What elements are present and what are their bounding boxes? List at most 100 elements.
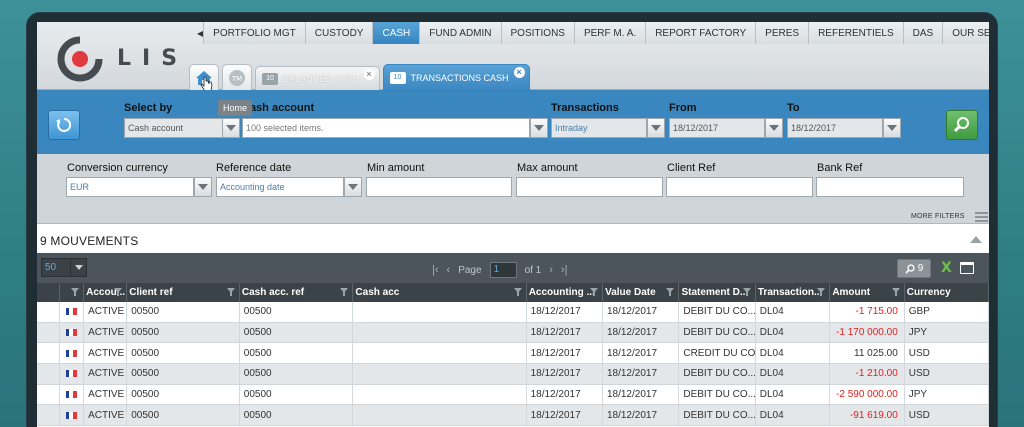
column-header-value-date[interactable]: Value Date [603, 283, 680, 302]
filter-icon[interactable] [891, 288, 900, 296]
menu-icon[interactable] [975, 212, 988, 224]
nav-item-peres[interactable]: PERES [755, 22, 809, 44]
window-icon[interactable] [960, 262, 974, 274]
france-flag-icon [65, 329, 77, 337]
table-row[interactable]: ACTIVE 00500 00500 18/12/2017 18/12/2017 DEBI… [37, 405, 989, 427]
table-row[interactable]: ACTIVE 00500 00500 18/12/2017 18/12/2017 DEBI… [37, 384, 989, 406]
next-page-icon[interactable]: › [549, 264, 553, 276]
reset-button[interactable] [48, 110, 80, 140]
nav-item-report-factory[interactable]: REPORT FACTORY [645, 22, 756, 44]
row-select-cell [37, 322, 60, 343]
value-date-cell: 18/12/2017 [603, 322, 680, 343]
reference-date-field[interactable]: Accounting date [216, 177, 344, 197]
nav-item-positions[interactable]: POSITIONS [500, 22, 574, 44]
nav-item-our-services[interactable]: OUR SERVIC [942, 22, 989, 44]
client-ref-cell: 00500 [127, 405, 240, 426]
chevron-down-icon [887, 125, 897, 131]
conversion-currency-dropdown[interactable] [194, 177, 212, 197]
france-flag-icon [65, 411, 77, 419]
status-cell: ACTIVE [84, 405, 128, 426]
max-amount-input[interactable] [516, 177, 663, 197]
nav-item-portfolio-mgt[interactable]: PORTFOLIO MGT [203, 22, 305, 44]
column-label: Transaction... [757, 287, 823, 298]
amount-cell: -1 210.00 [830, 364, 905, 384]
table-row[interactable]: ACTIVE 00500 00500 18/12/2017 18/12/2017 DEBI… [37, 322, 989, 344]
first-page-icon[interactable]: |‹ [432, 264, 439, 276]
column-header-client-ref[interactable]: Client ref [127, 283, 240, 302]
conversion-currency-field[interactable]: EUR [66, 177, 194, 197]
client-ref-input[interactable] [666, 177, 813, 197]
close-icon[interactable]: × [363, 69, 375, 80]
from-date-dropdown[interactable] [765, 118, 783, 138]
filter-icon[interactable] [666, 288, 675, 296]
amount-cell: -1 170 000.00 [830, 322, 905, 343]
filter-icon[interactable] [114, 288, 123, 296]
chevron-down-icon [198, 184, 208, 190]
cash-acc-cell [353, 384, 527, 405]
prev-page-icon[interactable]: ‹ [447, 264, 451, 276]
nav-item-custody[interactable]: CUSTODY [304, 22, 373, 44]
last-page-icon[interactable]: ›| [561, 264, 568, 276]
table-row[interactable]: ACTIVE 00500 00500 18/12/2017 18/12/2017 CRED… [37, 343, 989, 365]
from-date-field[interactable]: 18/12/2017 [669, 118, 765, 138]
table-row[interactable]: ACTIVE 00500 00500 18/12/2017 18/12/2017 DEBI… [37, 364, 989, 385]
select-by-field[interactable]: Cash account [124, 118, 223, 138]
column-header-flag[interactable] [60, 283, 85, 302]
accounting-date-cell: 18/12/2017 [527, 405, 603, 426]
column-header-amount[interactable]: Amount [830, 283, 905, 302]
to-date-dropdown[interactable] [883, 118, 901, 138]
column-header-currency[interactable]: Currency [905, 283, 989, 302]
france-flag-icon [65, 391, 77, 399]
nav-item-das[interactable]: DAS [902, 22, 943, 44]
collapse-icon[interactable] [970, 236, 982, 243]
column-header-cash-acc[interactable]: Cash acc [353, 283, 527, 302]
tm-tab[interactable]: TM [222, 64, 252, 90]
column-header-cash-acc-ref[interactable]: Cash acc. ref [240, 283, 354, 302]
flag-cell [60, 364, 85, 384]
filter-icon[interactable] [817, 288, 826, 296]
excel-export-icon[interactable]: X [941, 260, 952, 276]
status-cell: ACTIVE [84, 364, 128, 384]
min-amount-input[interactable] [366, 177, 512, 197]
filter-icon[interactable] [513, 288, 522, 296]
select-by-dropdown[interactable] [222, 118, 240, 138]
to-date-field[interactable]: 18/12/2017 [787, 118, 883, 138]
pagination: |‹ ‹ Page 1 of 1 › ›| [432, 262, 567, 278]
column-header-select[interactable] [37, 283, 60, 302]
filter-icon[interactable] [226, 288, 235, 296]
reference-date-dropdown[interactable] [344, 177, 362, 197]
filter-icon[interactable] [590, 288, 599, 296]
bank-ref-input[interactable] [816, 177, 964, 197]
close-icon[interactable]: × [513, 67, 525, 78]
column-header-accounting-date[interactable]: Accounting ... [527, 283, 604, 302]
table-row[interactable]: ACTIVE 00500 00500 18/12/2017 18/12/2017 DEBI… [37, 302, 989, 323]
statement-cell: DEBIT DU CO... [679, 405, 756, 426]
transaction-cell: DL04 [756, 343, 831, 364]
column-label: Amount [832, 287, 871, 298]
cash-account-field[interactable]: 100 selected items. [242, 118, 530, 138]
tab-balances-cash[interactable]: 10 BALANCES CASH × [255, 66, 380, 90]
transactions-dropdown[interactable] [647, 118, 665, 138]
filter-icon[interactable] [71, 288, 80, 296]
column-header-transaction[interactable]: Transaction... [756, 283, 831, 302]
amount-cell: -91 619.00 [830, 405, 905, 426]
result-count-badge[interactable]: 9 [897, 259, 931, 278]
more-filters-link[interactable]: MORE FILTERS [911, 213, 965, 220]
search-button[interactable] [946, 110, 978, 140]
nav-item-referentiels[interactable]: REFERENTIELS [808, 22, 903, 44]
column-header-statement[interactable]: Statement D... [679, 283, 756, 302]
nav-item-cash[interactable]: CASH [372, 22, 420, 44]
nav-item-fund-admin[interactable]: FUND ADMIN [419, 22, 501, 44]
transactions-field[interactable]: Intraday [551, 118, 647, 138]
filter-icon[interactable] [742, 288, 751, 296]
transaction-cell: DL04 [756, 405, 831, 426]
page-size-select[interactable]: 50 [41, 258, 87, 277]
tab-transactions-cash[interactable]: 10 TRANSACTIONS CASH × [382, 64, 530, 90]
filter-icon[interactable] [340, 288, 349, 296]
page-number-input[interactable]: 1 [489, 262, 517, 278]
status-cell: ACTIVE [84, 302, 128, 322]
column-header-account-status[interactable]: Accou... [84, 283, 128, 302]
column-label: Currency [906, 287, 951, 298]
cash-account-dropdown[interactable] [530, 118, 548, 138]
nav-item-perf-ma[interactable]: PERF M. A. [573, 22, 646, 44]
